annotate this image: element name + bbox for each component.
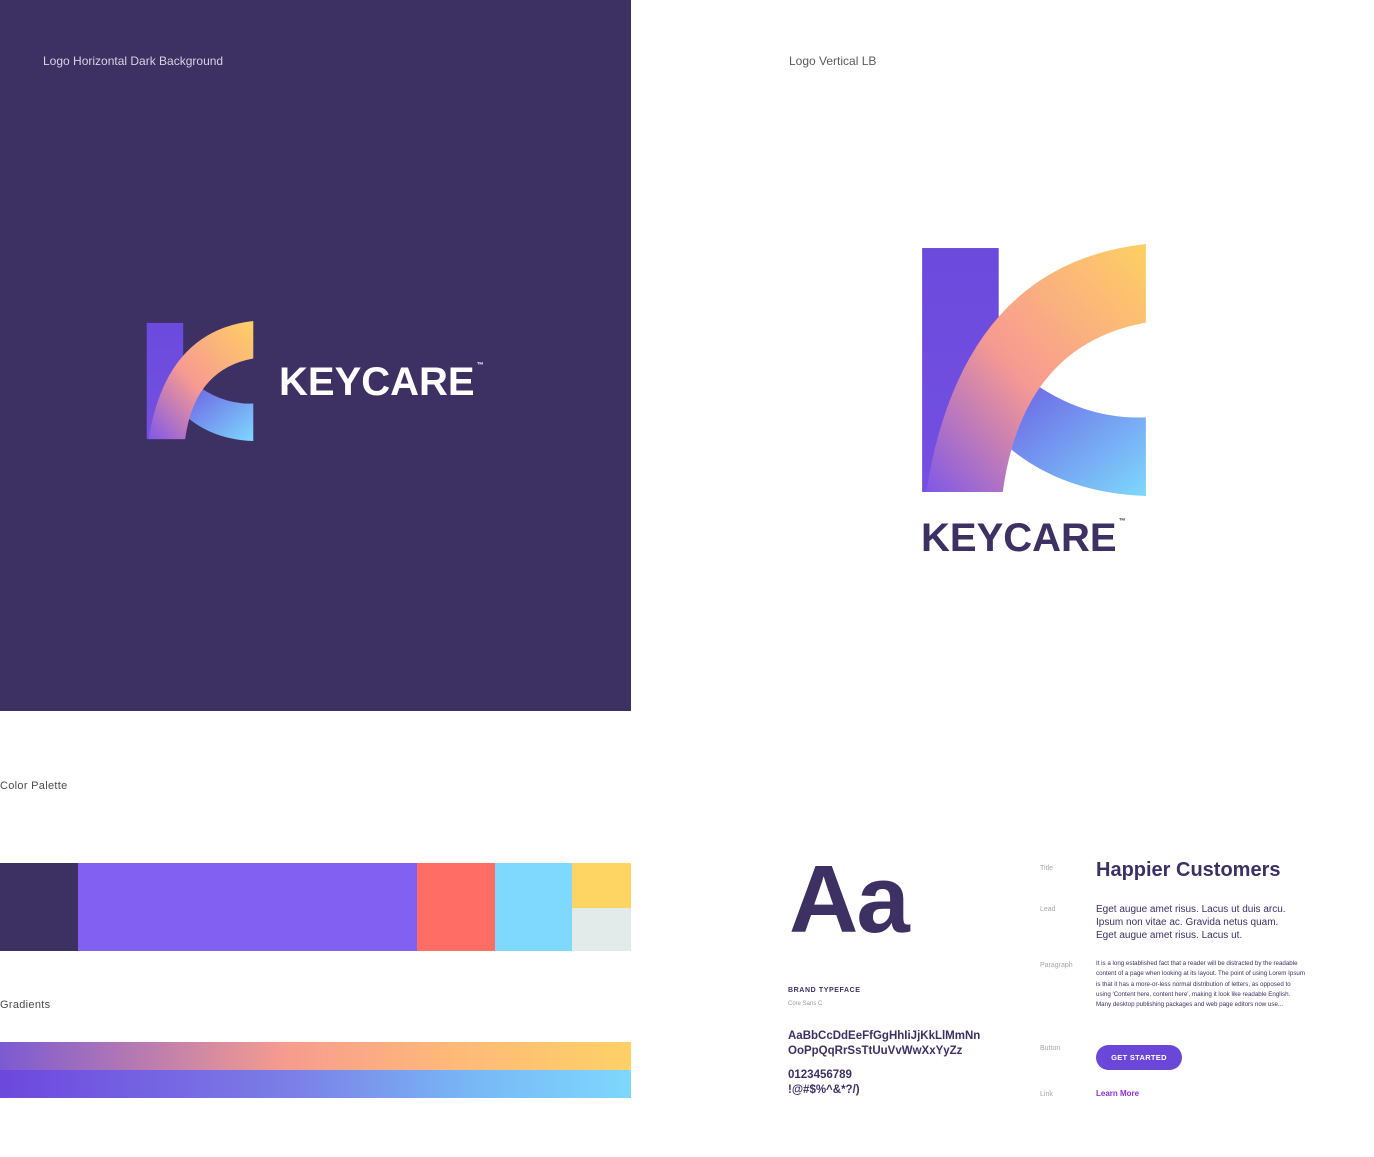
- logo-horizontal-dark-panel: [0, 0, 631, 711]
- brand-typeface-label: BRAND TYPEFACE: [788, 987, 861, 994]
- logo-horizontal-caption: Logo Horizontal Dark Background: [43, 54, 224, 68]
- symbols-line: !@#$%^&*?/): [788, 1084, 860, 1096]
- alphabet-line-1: AaBbCcDdEeFfGgHhIiJjKkLlMmNn: [788, 1030, 981, 1042]
- swatch-coral: [417, 863, 495, 951]
- alphabet-line-2: OoPpQqRrSsTtUuVvWwXxYyZz: [788, 1045, 963, 1057]
- button-label: Button: [1040, 1045, 1061, 1052]
- keycare-wordmark-dark: KEYCARE ™: [279, 360, 484, 404]
- lead-label: Lead: [1040, 906, 1056, 913]
- swatch-violet: [78, 863, 417, 951]
- logo-vertical-caption: Logo Vertical LB: [789, 54, 877, 68]
- gradient-warm-bar: [0, 1042, 631, 1070]
- keycare-wordmark-light: KEYCARE ™: [921, 516, 1126, 560]
- typeface-name: Core Sans C: [788, 1001, 823, 1007]
- sample-paragraph: It is a long established fact that a rea…: [1096, 960, 1306, 1009]
- sample-title: Happier Customers: [1096, 859, 1281, 881]
- typeface-specimen: Aa: [789, 846, 910, 953]
- color-palette-caption: Color Palette: [0, 780, 68, 792]
- digits-line: 0123456789: [788, 1069, 852, 1081]
- gradients-caption: Gradients: [0, 999, 51, 1011]
- keycare-k-logo-icon-large: [922, 244, 1146, 496]
- gradient-cool-bar: [0, 1070, 631, 1098]
- swatch-sky-blue: [495, 863, 572, 951]
- link-label: Link: [1040, 1091, 1053, 1098]
- sample-lead: Eget augue amet risus. Lacus ut duis arc…: [1096, 904, 1286, 941]
- learn-more-link[interactable]: Learn More: [1096, 1089, 1139, 1098]
- paragraph-label: Paragraph: [1040, 962, 1073, 969]
- swatch-yellow: [572, 863, 631, 908]
- keycare-k-logo-icon-small: [146, 321, 254, 441]
- title-label: Title: [1040, 865, 1053, 872]
- get-started-button[interactable]: GET STARTED: [1096, 1045, 1182, 1070]
- swatch-light-gray: [572, 908, 631, 951]
- swatch-dark-purple: [0, 863, 78, 951]
